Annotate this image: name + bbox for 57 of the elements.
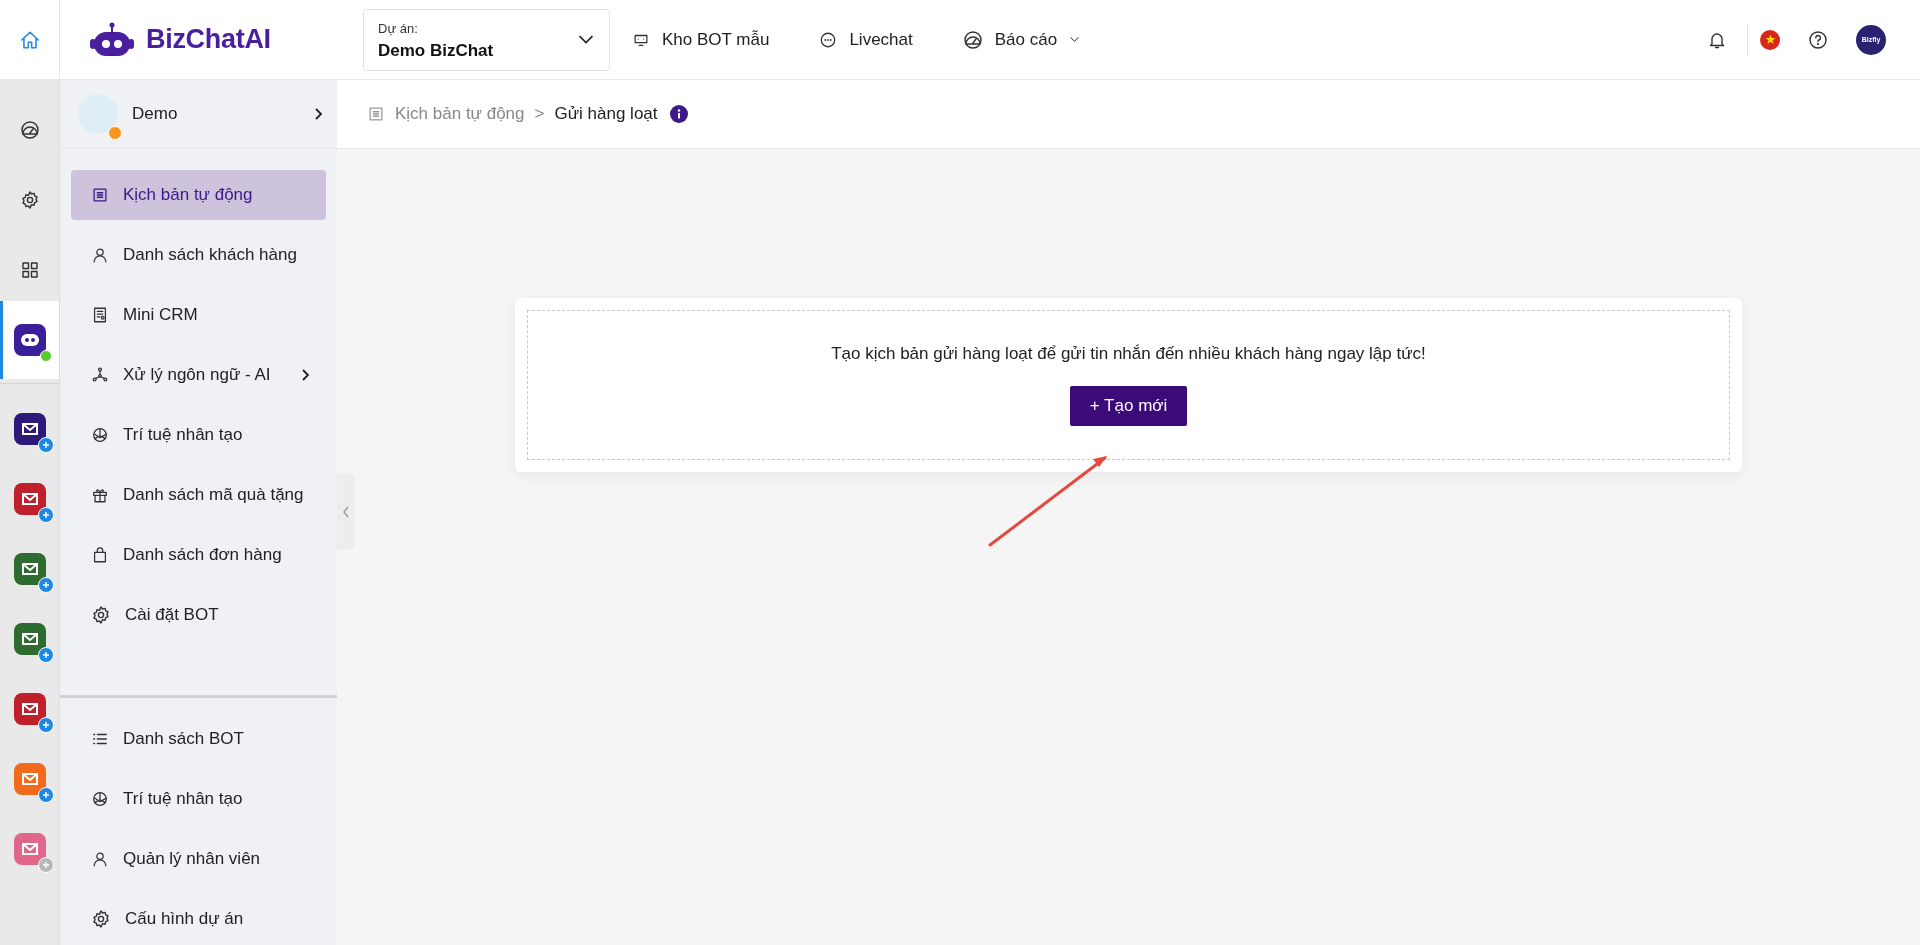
chevron-right-icon [313, 107, 323, 121]
menu-icon [91, 486, 109, 504]
breadcrumb-link[interactable]: Kịch bản tự động [395, 104, 525, 124]
sidebar-item[interactable]: Danh sách mã quà tặng [71, 470, 326, 520]
sidebar-item[interactable]: Cài đặt BOT [71, 590, 326, 640]
sidebar-item[interactable]: Danh sách khách hàng [71, 230, 326, 280]
status-dot [108, 126, 122, 140]
help-icon[interactable] [1808, 29, 1828, 50]
bot-profile-header[interactable]: Demo [60, 80, 337, 149]
sidebar-item[interactable]: Kịch bản tự động [71, 170, 326, 220]
rail-settings-icon [19, 190, 40, 210]
rail-dashboard-icon [19, 120, 40, 140]
menu-icon [91, 246, 109, 264]
sidebar-item[interactable]: Danh sách đơn hàng [71, 530, 326, 580]
menu-icon [91, 790, 109, 808]
chevron-right-icon [300, 368, 310, 382]
project-select[interactable]: Dự án: Demo BizChat [363, 8, 610, 71]
breadcrumb-list-icon [367, 105, 385, 123]
nav-link[interactable]: Kho BOT mẫu [632, 29, 770, 50]
sidebar-item[interactable]: Quản lý nhân viên [71, 834, 326, 884]
breadcrumb-separator: > [534, 104, 545, 124]
sidebar-item[interactable]: Xử lý ngôn ngữ - AI [71, 350, 326, 400]
chevron-down-icon [577, 34, 595, 45]
app-icon[interactable] [13, 413, 46, 445]
app-icon[interactable] [13, 483, 46, 515]
breadcrumb-current: Gửi hàng loạt [554, 104, 658, 124]
app-icon[interactable] [13, 623, 46, 655]
menu-icon [91, 605, 111, 625]
caret-icon [1069, 36, 1081, 43]
sidebar-item[interactable]: Trí tuệ nhân tạo [71, 774, 326, 824]
app-icon[interactable] [13, 553, 46, 585]
sidebar-item[interactable]: Mini CRM [71, 290, 326, 340]
sidebar-item[interactable]: Danh sách BOT [71, 714, 326, 764]
nav-icon [962, 29, 983, 50]
menu-icon [91, 426, 109, 444]
collapse-handle[interactable] [337, 473, 355, 550]
bot-name: Demo [132, 104, 179, 124]
create-new-button[interactable]: + Tạo mới [1069, 386, 1188, 426]
app-icon[interactable] [13, 693, 46, 725]
sidebar-item[interactable]: Cấu hình dự án [71, 894, 326, 944]
script-list-icon [91, 186, 109, 204]
sidebar-item[interactable]: Trí tuệ nhân tạo [71, 410, 326, 460]
menu-icon [91, 546, 109, 564]
info-icon[interactable] [669, 105, 688, 123]
menu-icon [91, 306, 109, 324]
nav-link[interactable]: Báo cáo [962, 29, 1081, 50]
vietnam-flag-icon[interactable] [1760, 29, 1780, 50]
nav-icon [819, 30, 838, 49]
menu-icon [91, 909, 111, 929]
menu-icon [91, 366, 109, 384]
nav-link[interactable]: Livechat [819, 29, 913, 50]
menu-icon [91, 850, 109, 868]
robot-logo-icon [88, 21, 136, 58]
empty-state-message: Tạo kịch bản gửi hàng loạt để gửi tin nhắn đến nhiều khách hàng ngay lập tức! [831, 344, 1426, 364]
bot-app-icon [13, 324, 46, 356]
brand-logo-text: BizChatAI [146, 24, 271, 55]
rail-apps-icon [19, 260, 40, 280]
